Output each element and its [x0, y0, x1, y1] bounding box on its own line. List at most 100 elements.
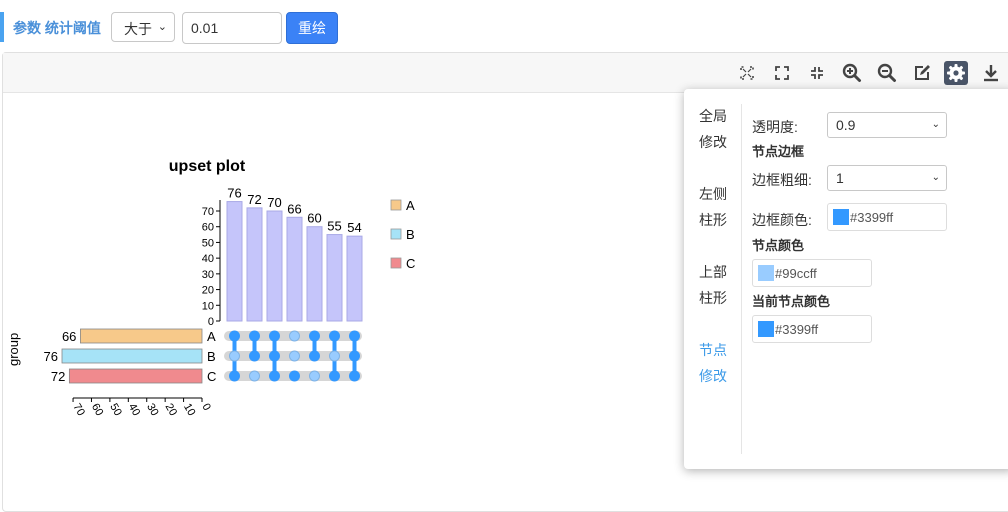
- node-color-value: #99ccff: [775, 266, 817, 281]
- matrix-dot: [329, 350, 340, 362]
- intersection-bar: [226, 201, 243, 322]
- set-size-bar: [80, 328, 203, 344]
- intersection-value-label: 76: [227, 186, 241, 201]
- menu-item-top-bars[interactable]: 上部柱形: [699, 259, 729, 311]
- matrix-dot-active: [269, 350, 280, 362]
- matrix-dot: [249, 370, 260, 382]
- legend-swatch: [390, 199, 402, 211]
- legend: ABC: [390, 198, 415, 271]
- chevron-down-icon: ⌄: [931, 172, 940, 183]
- intersection-value-label: 55: [327, 219, 341, 234]
- matrix-dot-active: [249, 330, 260, 342]
- border-color-value: #3399ff: [850, 210, 894, 225]
- intersection-value-label: 60: [307, 211, 321, 226]
- intersection-bar: [286, 216, 303, 322]
- color-swatch: [758, 321, 774, 337]
- matrix-dot-active: [329, 330, 340, 342]
- legend-swatch: [390, 228, 402, 240]
- node-color-field[interactable]: #99ccff: [752, 259, 872, 287]
- set-name-label: C: [207, 369, 216, 384]
- matrix-dot-active: [309, 330, 320, 342]
- settings-panel: 全局修改 左侧柱形 上部柱形 节点修改 透明度: 0.9 ⌄ 节点边框 边框粗细…: [684, 89, 1008, 469]
- x-tick-label: 40: [126, 402, 143, 419]
- intersection-bar: [346, 235, 363, 322]
- y-tick-label: 20: [202, 285, 214, 297]
- set-name-label: A: [207, 329, 216, 344]
- x-tick-label: 0: [199, 402, 212, 413]
- matrix-dot-active: [269, 370, 280, 382]
- border-width-value: 1: [836, 170, 844, 186]
- set-size-bars: 66 A 76 B 72 C 70 60 50 40 30 20 10 0: [44, 328, 216, 419]
- opacity-value: 0.9: [836, 117, 856, 133]
- set-size-bar: [61, 348, 203, 364]
- intersection-bar: [306, 226, 323, 322]
- matrix-dot-active: [229, 370, 240, 382]
- node-border-heading: 节点边框: [752, 144, 805, 159]
- y-tick-label: 60: [202, 222, 214, 234]
- x-tick-label: 50: [107, 402, 124, 419]
- matrix-dot-active: [249, 350, 260, 362]
- matrix-dot-active: [289, 370, 300, 382]
- y-tick-label: 10: [202, 300, 214, 312]
- set-name-label: B: [207, 349, 216, 364]
- intersection-bars: 0 10 20 30 40 50 60 70 76 72 70 66 60 55 54: [202, 186, 363, 328]
- color-swatch: [833, 209, 849, 225]
- intersection-value-label: 72: [247, 192, 261, 207]
- intersection-value-label: 70: [267, 195, 281, 210]
- menu-item-global[interactable]: 全局修改: [699, 103, 729, 155]
- matrix-dot-active: [349, 370, 360, 382]
- set-size-bar: [68, 368, 203, 384]
- intersection-bar: [246, 207, 263, 322]
- settings-menu: 全局修改 左侧柱形 上部柱形 节点修改: [684, 89, 742, 469]
- matrix-dot: [289, 350, 300, 362]
- intersection-bar: [266, 210, 283, 322]
- intersection-value-label: 54: [347, 220, 361, 235]
- intersection-value-label: 66: [287, 201, 301, 216]
- x-tick-label: 70: [70, 402, 87, 419]
- matrix-dot: [289, 330, 300, 342]
- set-size-value-label: 72: [51, 369, 65, 384]
- color-swatch: [758, 265, 774, 281]
- chevron-down-icon: ⌄: [931, 119, 940, 130]
- set-size-value-label: 66: [62, 329, 76, 344]
- border-color-field[interactable]: #3399ff: [827, 203, 947, 231]
- border-width-select[interactable]: 1 ⌄: [827, 165, 947, 191]
- opacity-label: 透明度:: [752, 119, 798, 135]
- matrix-dot-active: [329, 370, 340, 382]
- intersection-bar: [326, 234, 343, 322]
- matrix-dot-active: [349, 330, 360, 342]
- matrix-dot-active: [349, 350, 360, 362]
- border-color-label: 边框颜色:: [752, 212, 812, 228]
- matrix-dot-active: [309, 350, 320, 362]
- node-color-heading: 节点颜色: [752, 238, 805, 253]
- y-axis-label: group: [6, 333, 21, 366]
- opacity-select[interactable]: 0.9 ⌄: [827, 112, 947, 138]
- matrix-dot-active: [229, 330, 240, 342]
- x-tick-label: 10: [181, 402, 198, 419]
- y-tick-label: 30: [202, 269, 214, 281]
- legend-label: C: [406, 256, 415, 271]
- set-size-value-label: 76: [44, 349, 58, 364]
- y-tick-label: 50: [202, 237, 214, 249]
- border-width-label: 边框粗细:: [752, 172, 812, 188]
- y-tick-label: 0: [208, 316, 214, 328]
- matrix-dot: [309, 370, 320, 382]
- matrix-dot-active: [269, 330, 280, 342]
- legend-swatch: [390, 257, 402, 269]
- menu-item-node[interactable]: 节点修改: [699, 337, 729, 389]
- current-node-color-field[interactable]: #3399ff: [752, 315, 872, 343]
- y-tick-label: 70: [202, 206, 214, 218]
- menu-item-left-bars[interactable]: 左侧柱形: [699, 181, 729, 233]
- x-tick-label: 30: [144, 402, 161, 419]
- legend-label: A: [406, 198, 415, 213]
- current-node-color-value: #3399ff: [775, 322, 819, 337]
- current-node-color-heading: 当前节点颜色: [752, 294, 831, 309]
- matrix: [224, 330, 362, 382]
- matrix-dot: [229, 350, 240, 362]
- x-tick-label: 60: [89, 402, 106, 419]
- chart-title: upset plot: [169, 158, 246, 175]
- legend-label: B: [406, 227, 415, 242]
- x-tick-label: 20: [163, 402, 180, 419]
- y-tick-label: 40: [202, 253, 214, 265]
- menu-divider: [741, 104, 742, 454]
